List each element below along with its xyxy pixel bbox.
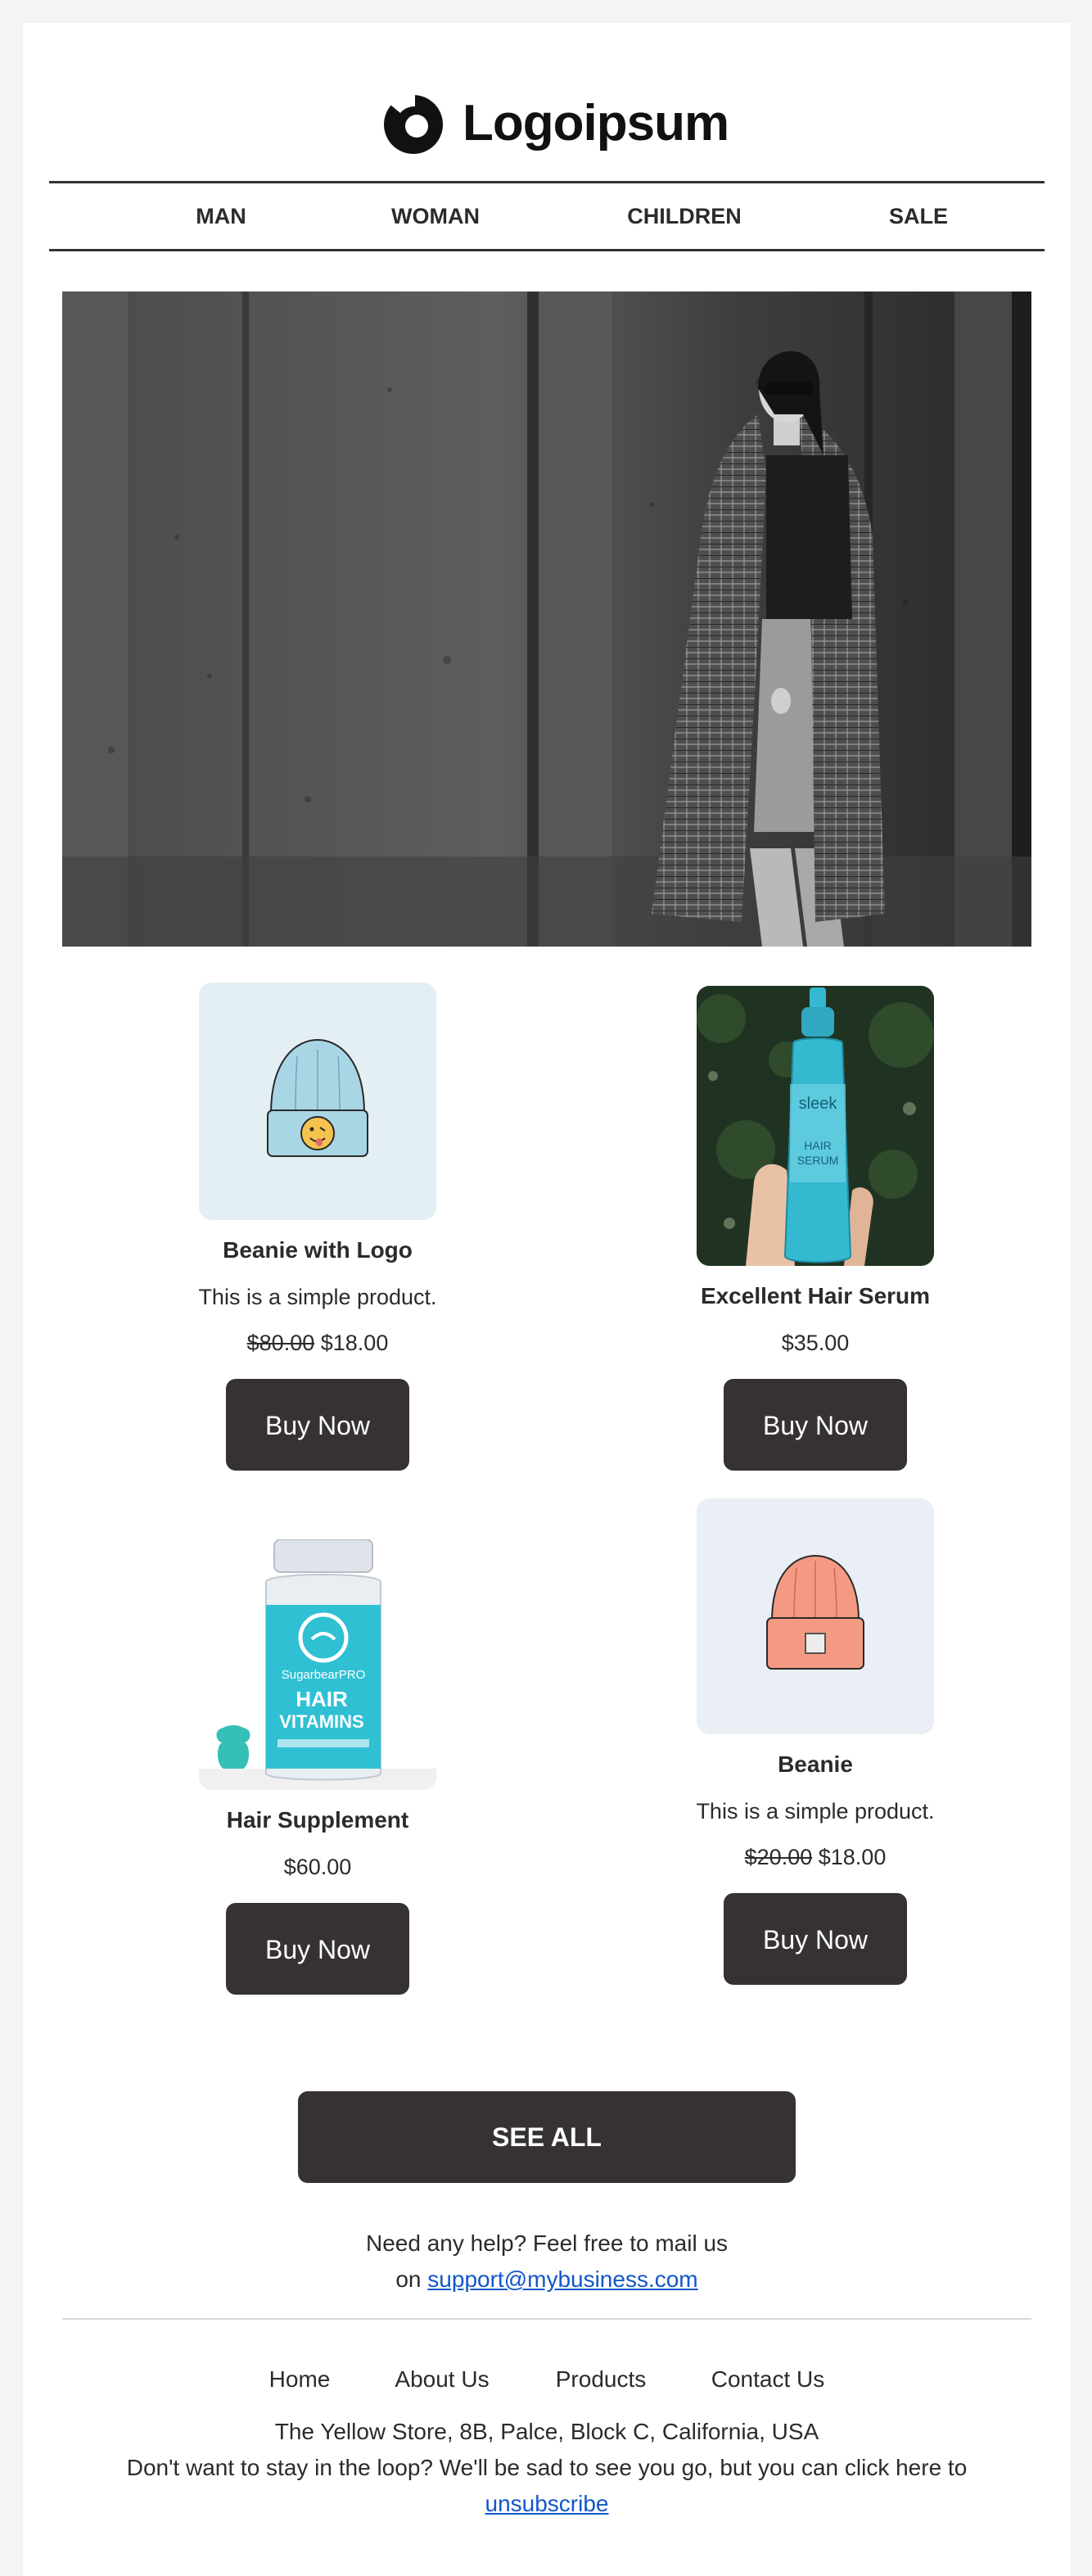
product-card: Beanie with Logo This is a simple produc… <box>88 983 547 1471</box>
vitamins-label-hair: HAIR <box>296 1687 348 1711</box>
buy-now-button[interactable]: Buy Now <box>226 1903 409 1995</box>
footer-link-about-us[interactable]: About Us <box>395 2363 489 2396</box>
product-name[interactable]: Beanie <box>586 1751 1045 1778</box>
vitamins-label-vitamins: VITAMINS <box>279 1711 363 1732</box>
orange-beanie-icon <box>766 1554 864 1670</box>
support-email-link[interactable]: support@mybusiness.com <box>427 2266 697 2292</box>
nav-item-man[interactable]: MAN <box>196 183 246 249</box>
brand-name: Logoipsum <box>463 94 729 151</box>
product-name[interactable]: Beanie with Logo <box>88 1236 547 1264</box>
hair-vitamins-icon: SugarbearPRO HAIR VITAMINS <box>199 1539 436 1790</box>
buy-now-button[interactable]: Buy Now <box>724 1893 907 1985</box>
serum-label-serum: SERUM <box>797 1154 839 1167</box>
nav-item-woman[interactable]: WOMAN <box>391 183 480 249</box>
help-line: Need any help? Feel free to mail us <box>365 2230 729 2256</box>
footer-link-contact-us[interactable]: Contact Us <box>711 2363 825 2396</box>
product-image[interactable]: SugarbearPRO HAIR VITAMINS <box>199 1539 436 1790</box>
serum-label-hair: HAIR <box>804 1139 831 1152</box>
product-price: $80.00 $18.00 <box>88 1330 547 1356</box>
product-description: This is a simple product. <box>696 1799 935 1824</box>
help-text: Need any help? Feel free to mail us on s… <box>23 2226 1071 2298</box>
old-price: $80.00 <box>246 1331 315 1355</box>
logo-mark-icon <box>384 93 443 154</box>
product-card: sleek HAIR SERUM Excellent Hair Serum $3… <box>586 986 1045 1471</box>
nav-item-sale[interactable]: SALE <box>889 183 948 249</box>
footer-address: The Yellow Store, 8B, Palce, Block C, Ca… <box>274 2419 819 2444</box>
nav-item-children[interactable]: CHILDREN <box>627 183 742 249</box>
see-all-button[interactable]: SEE ALL <box>298 2091 796 2183</box>
product-card: SugarbearPRO HAIR VITAMINS Hair Suppleme… <box>88 1539 547 1995</box>
vitamins-brand-label: SugarbearPRO <box>282 1668 366 1682</box>
sale-price: $18.00 <box>320 1331 389 1355</box>
header-logo[interactable]: Logoipsum <box>23 70 1071 169</box>
footer-nav: Home About Us Products Contact Us <box>23 2363 1071 2396</box>
email-page: Logoipsum MAN WOMAN CHILDREN SALE Beanie… <box>23 23 1071 2576</box>
unsubscribe-link[interactable]: unsubscribe <box>485 2491 609 2516</box>
help-email-line: on support@mybusiness.com <box>23 2262 1071 2298</box>
product-name[interactable]: Hair Supplement <box>88 1806 547 1834</box>
help-prefix: on <box>395 2266 422 2292</box>
hero-photo <box>62 291 1031 947</box>
product-image[interactable] <box>697 1498 934 1734</box>
unsubscribe-text: Don't want to stay in the loop? We'll be… <box>126 2455 968 2480</box>
product-price: $20.00 $18.00 <box>586 1844 1045 1870</box>
product-card: Beanie This is a simple product. $20.00 … <box>586 1498 1045 1985</box>
footer-link-products[interactable]: Products <box>556 2363 647 2396</box>
product-name[interactable]: Excellent Hair Serum <box>586 1282 1045 1310</box>
blue-beanie-icon <box>267 1038 368 1157</box>
product-price: $35.00 <box>781 1331 850 1355</box>
footer-divider <box>62 2318 1031 2320</box>
serum-brand-label: sleek <box>799 1095 838 1113</box>
old-price: $20.00 <box>744 1845 813 1869</box>
sale-price: $18.00 <box>818 1845 887 1869</box>
main-nav: MAN WOMAN CHILDREN SALE <box>49 181 1045 251</box>
hair-serum-icon: sleek HAIR SERUM <box>697 986 934 1266</box>
product-description: This is a simple product. <box>198 1285 437 1309</box>
buy-now-button[interactable]: Buy Now <box>724 1379 907 1471</box>
product-image[interactable]: sleek HAIR SERUM <box>697 986 934 1266</box>
footer-link-home[interactable]: Home <box>269 2363 331 2396</box>
product-price: $60.00 <box>283 1855 352 1879</box>
footer-text: The Yellow Store, 8B, Palce, Block C, Ca… <box>23 2414 1071 2522</box>
hero-image[interactable] <box>62 291 1031 947</box>
product-image[interactable] <box>199 983 436 1220</box>
buy-now-button[interactable]: Buy Now <box>226 1379 409 1471</box>
